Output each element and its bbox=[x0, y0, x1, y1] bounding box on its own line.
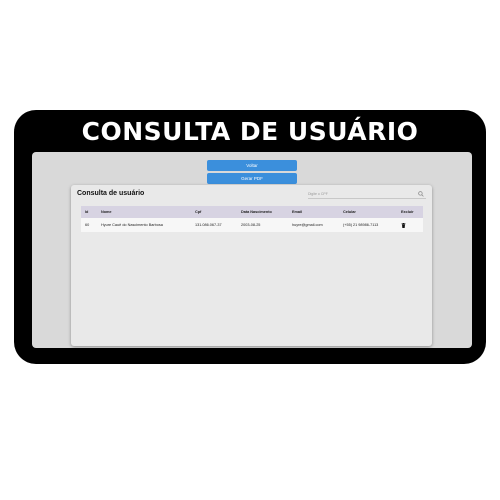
header-id: Id bbox=[81, 206, 97, 218]
card-title: Consulta de usuário bbox=[77, 190, 145, 197]
table-row: 60 Hyure Cauê do Nascimento Barbosa 131.… bbox=[81, 218, 423, 232]
table-header-row: Id Nome Cpf Data Nascimento Email Celula… bbox=[81, 206, 423, 218]
cell-celular: (+55) 21 98986-7113 bbox=[339, 218, 397, 232]
search-icon[interactable] bbox=[418, 191, 424, 197]
users-table: Id Nome Cpf Data Nascimento Email Celula… bbox=[81, 206, 423, 232]
search-field[interactable] bbox=[308, 190, 426, 199]
user-query-card: Consulta de usuário Id Nome Cpf Data Nas… bbox=[71, 185, 432, 346]
cell-cpf: 131.086.067-37 bbox=[191, 218, 237, 232]
cell-email: huyre@gmail.com bbox=[288, 218, 339, 232]
cell-id: 60 bbox=[81, 218, 97, 232]
header-celular: Celular bbox=[339, 206, 397, 218]
cell-nascimento: 2003-08-25 bbox=[237, 218, 288, 232]
header-nome: Nome bbox=[97, 206, 191, 218]
trash-icon[interactable] bbox=[401, 222, 406, 228]
cell-excluir bbox=[397, 218, 423, 232]
header-excluir: Excluir bbox=[397, 206, 423, 218]
header-data-nascimento: Data Nascimento bbox=[237, 206, 288, 218]
banner-title: CONSULTA DE USUÁRIO bbox=[81, 117, 419, 146]
cpf-search-input[interactable] bbox=[308, 190, 413, 198]
header-cpf: Cpf bbox=[191, 206, 237, 218]
gerar-pdf-button[interactable]: Gerar PDF bbox=[207, 173, 297, 184]
cell-nome: Hyure Cauê do Nascimento Barbosa bbox=[97, 218, 191, 232]
header-email: Email bbox=[288, 206, 339, 218]
voltar-button[interactable]: Voltar bbox=[207, 160, 297, 171]
